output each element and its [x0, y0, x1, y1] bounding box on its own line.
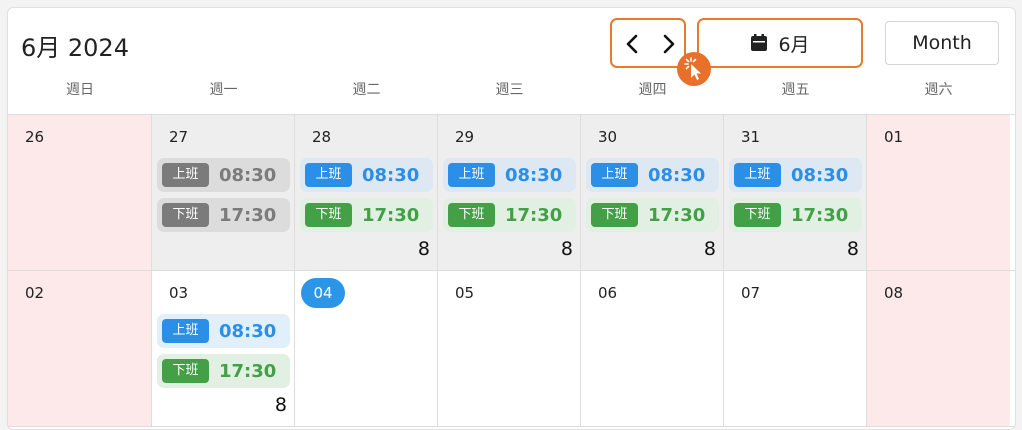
- day-number: 07: [741, 284, 761, 302]
- day-cell[interactable]: 31 上班 08:30 下班 17:30 8: [724, 115, 867, 270]
- clock-out-event[interactable]: 下班 17:30: [443, 198, 576, 232]
- calendar-grid: 26 27 上班 08:30 下班 17:30 28 上班 08:30 下班 17:30…: [8, 115, 1015, 427]
- day-number: 05: [455, 284, 475, 302]
- clock-in-event[interactable]: 上班 08:30: [300, 158, 433, 192]
- month-button-label: 6月: [778, 33, 810, 56]
- clock-in-time: 08:30: [505, 164, 563, 186]
- clock-out-time: 17:30: [505, 204, 563, 226]
- clock-in-time: 08:30: [219, 320, 277, 342]
- clock-out-chip: 下班: [734, 203, 781, 227]
- clock-out-chip: 下班: [448, 203, 495, 227]
- clock-out-event[interactable]: 下班 17:30: [157, 198, 290, 232]
- day-number: 30: [598, 128, 618, 146]
- today-badge: 04: [301, 278, 345, 308]
- week-row: 26 27 上班 08:30 下班 17:30 28 上班 08:30 下班 17:30…: [8, 115, 1015, 271]
- day-cell[interactable]: 28 上班 08:30 下班 17:30 8: [295, 115, 438, 270]
- day-cell[interactable]: 05: [438, 271, 581, 426]
- clock-in-time: 08:30: [648, 164, 706, 186]
- clock-out-chip: 下班: [162, 203, 209, 227]
- day-number: 28: [312, 128, 332, 146]
- hours-total: 8: [846, 238, 859, 260]
- hours-total: 8: [560, 238, 573, 260]
- clock-out-chip: 下班: [591, 203, 638, 227]
- clock-out-time: 17:30: [362, 204, 420, 226]
- day-number: 08: [884, 284, 904, 302]
- page-title: 6月 2024: [21, 34, 129, 62]
- day-cell[interactable]: 01: [867, 115, 1010, 270]
- weekday-tue: 週二: [352, 82, 381, 98]
- weekday-sat: 週六: [924, 82, 953, 98]
- clock-out-event[interactable]: 下班 17:30: [586, 198, 719, 232]
- day-cell[interactable]: 03 上班 08:30 下班 17:30 8: [152, 271, 295, 426]
- clock-out-time: 17:30: [219, 204, 277, 226]
- clock-out-chip: 下班: [305, 203, 352, 227]
- weekday-header: 週日 週一 週二 週三 週四 週五 週六: [8, 78, 1015, 115]
- day-cell[interactable]: 29 上班 08:30 下班 17:30 8: [438, 115, 581, 270]
- clock-out-event[interactable]: 下班 17:30: [300, 198, 433, 232]
- prev-month-button[interactable]: [620, 31, 646, 57]
- clock-in-chip: 上班: [305, 163, 352, 187]
- weekday-sun: 週日: [66, 82, 94, 98]
- clock-out-event[interactable]: 下班 17:30: [729, 198, 862, 232]
- clock-in-chip: 上班: [162, 163, 209, 187]
- calendar-card: 6月 2024 6月 Month 週日 週一 週二 週三 週四 週五 週六 26: [7, 7, 1016, 430]
- clock-in-time: 08:30: [362, 164, 420, 186]
- weekday-fri: 週五: [781, 82, 810, 98]
- day-number: 29: [455, 128, 475, 146]
- day-cell-today[interactable]: 04: [295, 271, 438, 426]
- view-month-button[interactable]: Month: [885, 21, 999, 65]
- day-cell[interactable]: 06: [581, 271, 724, 426]
- clock-out-time: 17:30: [791, 204, 849, 226]
- day-number: 02: [25, 284, 45, 302]
- hours-total: 8: [703, 238, 716, 260]
- clock-in-time: 08:30: [791, 164, 849, 186]
- day-cell[interactable]: 27 上班 08:30 下班 17:30: [152, 115, 295, 270]
- clock-out-time: 17:30: [219, 360, 277, 382]
- day-number: 27: [169, 128, 189, 146]
- day-number: 26: [25, 128, 45, 146]
- day-cell[interactable]: 02: [8, 271, 152, 426]
- day-cell[interactable]: 30 上班 08:30 下班 17:30 8: [581, 115, 724, 270]
- clock-in-chip: 上班: [162, 319, 209, 343]
- clock-out-time: 17:30: [648, 204, 706, 226]
- clock-in-event[interactable]: 上班 08:30: [586, 158, 719, 192]
- click-cursor-icon: [677, 52, 711, 86]
- clock-in-chip: 上班: [734, 163, 781, 187]
- week-row: 02 03 上班 08:30 下班 17:30 8 04 05 06 07 08: [8, 271, 1015, 427]
- day-number: 03: [169, 284, 189, 302]
- clock-out-event[interactable]: 下班 17:30: [157, 354, 290, 388]
- month-picker-button[interactable]: 6月: [697, 18, 863, 68]
- calendar-icon: [751, 34, 768, 51]
- day-number: 06: [598, 284, 618, 302]
- day-cell[interactable]: 08: [867, 271, 1010, 426]
- clock-in-chip: 上班: [591, 163, 638, 187]
- day-cell[interactable]: 07: [724, 271, 867, 426]
- weekday-mon: 週一: [209, 82, 238, 98]
- day-number: 31: [741, 128, 761, 146]
- chevron-left-icon: [626, 34, 638, 54]
- clock-in-event[interactable]: 上班 08:30: [729, 158, 862, 192]
- month-navigation: [610, 18, 686, 68]
- clock-in-time: 08:30: [219, 164, 277, 186]
- day-number: 01: [884, 128, 904, 146]
- hours-total: 8: [274, 394, 287, 416]
- hours-total: 8: [417, 238, 430, 260]
- clock-in-event[interactable]: 上班 08:30: [443, 158, 576, 192]
- clock-in-event[interactable]: 上班 08:30: [157, 158, 290, 192]
- clock-in-event[interactable]: 上班 08:30: [157, 314, 290, 348]
- clock-in-chip: 上班: [448, 163, 495, 187]
- weekday-wed: 週三: [495, 82, 524, 98]
- day-cell[interactable]: 26: [8, 115, 152, 270]
- clock-out-chip: 下班: [162, 359, 209, 383]
